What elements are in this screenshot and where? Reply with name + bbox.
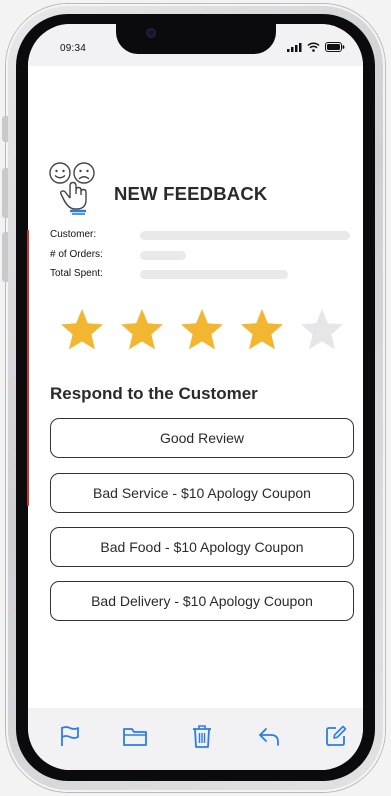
star-filled-icon[interactable]	[238, 306, 286, 354]
screen: 09:34 NEW FEEDBACK Customer: # of Orders…	[28, 24, 363, 770]
bad-food-coupon-button[interactable]: Bad Food - $10 Apology Coupon	[50, 527, 354, 567]
trash-button[interactable]	[188, 722, 216, 750]
status-icons	[287, 42, 345, 52]
customer-label: Customer:	[50, 229, 97, 240]
bad-service-coupon-button[interactable]: Bad Service - $10 Apology Coupon	[50, 473, 354, 513]
folder-icon	[123, 728, 147, 746]
notch	[116, 24, 276, 54]
volume-down-button	[2, 232, 8, 282]
compose-button[interactable]	[322, 722, 350, 750]
signal-icon	[287, 42, 302, 52]
battery-icon	[325, 42, 345, 52]
customer-value-placeholder	[140, 231, 350, 240]
star-rating[interactable]	[58, 306, 354, 358]
orders-label: # of Orders:	[50, 249, 103, 260]
star-empty-icon[interactable]	[298, 306, 346, 354]
good-review-button[interactable]: Good Review	[50, 418, 354, 458]
trash-icon	[193, 725, 211, 748]
bad-delivery-coupon-button[interactable]: Bad Delivery - $10 Apology Coupon	[50, 581, 354, 621]
feedback-header: NEW FEEDBACK	[48, 160, 348, 218]
volume-up-button	[2, 168, 8, 218]
status-time: 09:34	[60, 43, 87, 54]
flag-button[interactable]	[56, 722, 84, 750]
reply-icon	[259, 728, 279, 746]
orders-row: # of Orders:	[50, 249, 350, 263]
reply-button[interactable]	[255, 722, 283, 750]
respond-title: Respond to the Customer	[50, 384, 258, 403]
red-accent-edge	[27, 230, 29, 506]
star-filled-icon[interactable]	[118, 306, 166, 354]
camera	[146, 28, 156, 38]
page-title: NEW FEEDBACK	[114, 183, 268, 204]
spent-label: Total Spent:	[50, 268, 103, 279]
wifi-icon	[307, 42, 320, 52]
flag-icon	[61, 726, 79, 746]
folder-button[interactable]	[121, 722, 149, 750]
compose-icon	[326, 725, 347, 746]
bottom-toolbar	[28, 708, 363, 770]
star-filled-icon[interactable]	[58, 306, 106, 354]
star-filled-icon[interactable]	[178, 306, 226, 354]
spent-value-placeholder	[140, 270, 288, 279]
spent-row: Total Spent:	[50, 268, 350, 282]
customer-row: Customer:	[50, 229, 350, 243]
mute-switch	[2, 116, 8, 142]
happy-sad-faces-hand-icon	[49, 162, 95, 215]
status-bar: 09:34	[28, 24, 363, 66]
orders-value-placeholder	[140, 251, 186, 260]
